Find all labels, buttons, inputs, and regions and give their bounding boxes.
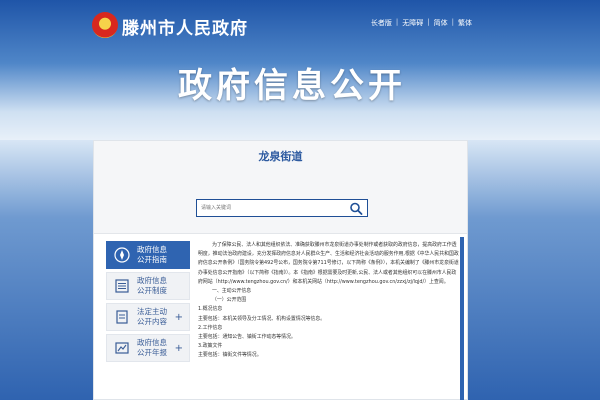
search-icon[interactable] (349, 202, 363, 215)
page-title: 政府信息公开 (178, 66, 406, 106)
label-line: 政府信息 (137, 338, 167, 347)
label-line: 公开制度 (137, 286, 167, 295)
label-line: 公开内容 (137, 317, 167, 326)
top-link-simplified[interactable]: 简体 (434, 18, 448, 28)
item-text: 主要包括：本机关领导及分工情况、机构设置情况等信息。 (198, 315, 326, 322)
subsection-heading: （一）公开范围 (212, 297, 247, 304)
label-line: 政府信息 (137, 245, 167, 254)
expand-plus-icon[interactable]: + (175, 312, 183, 323)
sidebar-item-label: 法定主动 公开内容 (137, 307, 177, 327)
item-heading: 3.政策文件 (198, 343, 223, 350)
section-heading: 一、主动公开信息 (212, 288, 252, 295)
national-emblem-icon (92, 12, 118, 38)
document-list-icon (112, 276, 132, 296)
top-link-traditional[interactable]: 繁体 (458, 18, 472, 28)
sidebar-item-system[interactable]: 政府信息 公开制度 (106, 272, 190, 300)
separator: | (395, 18, 399, 26)
top-links: 长者版 | 无障碍 | 简体 | 繁体 (371, 18, 472, 28)
scrollbar-thumb[interactable] (460, 237, 464, 400)
report-icon (112, 338, 132, 358)
guide-icon (112, 245, 132, 265)
item-heading: 1.概况信息 (198, 306, 223, 313)
item-heading: 2.工作信息 (198, 324, 223, 331)
sidebar-item-content[interactable]: 法定主动 公开内容 + (106, 303, 190, 331)
sidebar-item-annual-report[interactable]: 政府信息 公开年报 + (106, 334, 190, 362)
site-title[interactable]: 滕州市人民政府 (122, 14, 248, 39)
sidebar-item-label: 政府信息 公开制度 (137, 276, 177, 296)
search-box (196, 199, 368, 217)
content-panel: 龙泉街道 政府信息 公开指南 政府信息 公开制度 (93, 140, 468, 400)
item-text: 主要包括：通知公告、镇街工作动态等情况。 (198, 334, 296, 341)
folder-icon (112, 307, 132, 327)
sidebar-item-label: 政府信息 公开年报 (137, 338, 177, 358)
label-line: 政府信息 (137, 276, 167, 285)
top-link-accessibility[interactable]: 无障碍 (402, 18, 423, 28)
search-input[interactable] (197, 201, 347, 215)
sidebar-item-guide[interactable]: 政府信息 公开指南 (106, 241, 190, 269)
separator: | (427, 18, 430, 26)
guide-content: 为了保障公民、法人和其他组织依法、准确获取滕州市龙泉街道办事处制作或者获取的政府… (198, 241, 460, 400)
top-link-elderly[interactable]: 长者版 (371, 18, 392, 28)
panel-header: 龙泉街道 (94, 141, 467, 234)
separator: | (451, 18, 454, 26)
sidebar-item-label: 政府信息 公开指南 (137, 245, 177, 265)
label-line: 法定主动 (137, 307, 167, 316)
content-scrollbar[interactable] (460, 237, 464, 400)
department-title: 龙泉街道 (258, 150, 303, 163)
item-text: 主要包括：镇街文件等情况。 (198, 352, 262, 359)
sidebar: 政府信息 公开指南 政府信息 公开制度 法定主动 公开内容 + 政府信息 公开年… (106, 241, 190, 365)
label-line: 公开指南 (137, 255, 167, 264)
label-line: 公开年报 (137, 348, 167, 357)
intro-paragraph: 为了保障公民、法人和其他组织依法、准确获取滕州市龙泉街道办事处制作或者获取的政府… (198, 242, 459, 285)
expand-plus-icon[interactable]: + (175, 343, 183, 354)
